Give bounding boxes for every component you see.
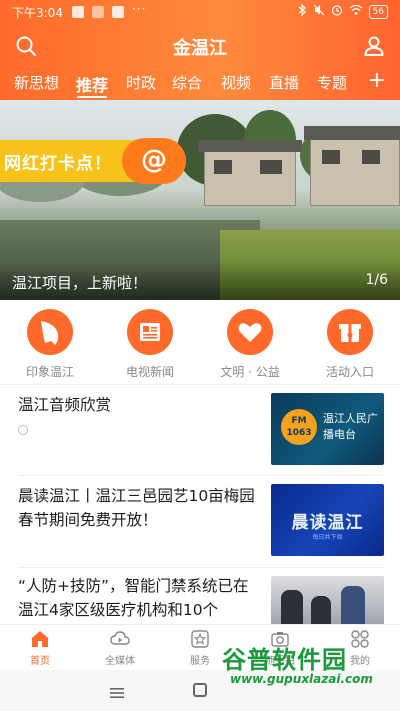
battery-icon: 56: [368, 4, 388, 19]
banner-window: [214, 160, 232, 174]
banner-roof: [198, 140, 302, 152]
quick-link-activity[interactable]: 活动入口: [310, 309, 390, 385]
photo-person: [281, 590, 303, 624]
news-thumbnail: 晨读温江 每日共下阅: [271, 484, 384, 556]
at-icon: @: [122, 138, 186, 184]
photo-person: [341, 586, 365, 624]
news-title: “人防+技防”，智能门禁系统已在温江4家区级医疗机构和10个: [18, 577, 249, 619]
watermark-text: 谷普软件园: [222, 646, 347, 674]
active-tab-indicator: [77, 96, 107, 98]
tab-zonghe[interactable]: 综合: [172, 72, 202, 93]
news-item[interactable]: “人防+技防”，智能门禁系统已在温江4家区级医疗机构和10个: [0, 568, 400, 624]
status-time: 下午3:04: [12, 6, 63, 20]
map-icon: [27, 309, 73, 355]
notification-icon: [112, 6, 124, 18]
tab-zhibo[interactable]: 直播: [269, 72, 299, 93]
news-thumbnail: [271, 576, 384, 624]
news-title: 温江音频欣赏: [18, 396, 112, 414]
banner-house: [204, 150, 296, 206]
banner-window: [322, 150, 340, 164]
title-bar: 金温江: [0, 28, 400, 64]
alarm-icon: [331, 4, 343, 19]
banner-carousel[interactable]: 网红打卡点！ @ 温江项目，上新啦！ 1/6: [0, 100, 400, 300]
photo-person: [311, 596, 331, 624]
gift-icon: [327, 309, 373, 355]
home-icon: [30, 629, 50, 649]
tab-shipin[interactable]: 视频: [221, 72, 251, 93]
home-button[interactable]: [193, 683, 207, 697]
quick-link-label: 文明 · 公益: [220, 365, 280, 379]
banner-pager: 1/6: [365, 272, 388, 288]
fm-badge: FM 1063: [281, 409, 317, 445]
star-icon: [190, 629, 210, 649]
banner-window: [260, 160, 282, 174]
banner-window: [362, 150, 380, 164]
media-icon: [110, 629, 130, 649]
more-notifications-icon: ···: [132, 2, 147, 16]
quick-link-label: 电视新闻: [125, 365, 174, 379]
quick-link-civility[interactable]: 文明 · 公益: [210, 309, 290, 385]
quick-link-tv-news[interactable]: 电视新闻: [110, 309, 190, 385]
heart-icon: [227, 309, 273, 355]
banner-stamp: 网红打卡点！ @: [0, 138, 186, 184]
tab-zhuanti[interactable]: 专题: [317, 72, 347, 93]
quick-links: 印象温江 电视新闻 文明 · 公益 活动入口: [0, 305, 400, 385]
news-item[interactable]: 晨读温江丨温江三邑园艺10亩梅园春节期间免费开放！ 晨读温江 每日共下阅: [0, 476, 400, 568]
banner-roof: [304, 126, 400, 140]
tab-xinsixiang[interactable]: 新思想: [14, 72, 59, 93]
nav-label: 全媒体: [105, 656, 135, 667]
nav-label: 首页: [30, 656, 50, 667]
thumbnail-text: 温江人民广播电台: [323, 412, 378, 441]
banner-stamp-text: 网红打卡点！: [4, 154, 112, 174]
notification-icon: [72, 6, 84, 18]
nav-media[interactable]: 全媒体: [80, 629, 160, 667]
quick-link-label: 印象温江: [25, 365, 74, 379]
user-icon[interactable]: [362, 34, 386, 58]
wifi-icon: [349, 4, 363, 19]
thumbnail-text: 晨读温江: [291, 513, 364, 533]
banner-caption: 温江项目，上新啦！: [12, 274, 148, 292]
app-header: 下午3:04 ··· 56 金温江 新思想 推荐 时政 综合 视频 直播 专题 …: [0, 0, 400, 100]
banner-house: [310, 138, 400, 206]
watermark-url: www.gupuxlazai.com: [230, 672, 373, 686]
nav-home[interactable]: 首页: [0, 629, 80, 667]
menu-icon[interactable]: [110, 684, 124, 698]
quick-link-yinxiang[interactable]: 印象温江: [10, 309, 90, 385]
quick-link-label: 活动入口: [325, 365, 374, 379]
audio-icon: [18, 425, 28, 435]
mute-icon: [313, 4, 325, 19]
news-item[interactable]: 温江音频欣赏 FM 1063 温江人民广播电台: [0, 385, 400, 475]
status-bar: 下午3:04 ··· 56: [0, 0, 400, 24]
thumbnail-subtext: 每日共下阅: [312, 534, 343, 541]
tab-tuijian[interactable]: 推荐: [76, 72, 108, 96]
tab-shizheng[interactable]: 时政: [126, 72, 156, 93]
news-icon: [127, 309, 173, 355]
news-title: 晨读温江丨温江三邑园艺10亩梅园春节期间免费开放！: [18, 487, 255, 529]
channel-tabs: 新思想 推荐 时政 综合 视频 直播 专题 +: [0, 68, 400, 100]
add-channel-button[interactable]: +: [368, 68, 386, 93]
status-right: 56: [297, 3, 388, 19]
bluetooth-icon: [297, 3, 307, 19]
site-watermark: 谷普软件园 www.gupuxlazai.com: [214, 640, 400, 690]
news-thumbnail: FM 1063 温江人民广播电台: [271, 393, 384, 465]
app-title: 金温江: [173, 38, 227, 59]
notification-icon: [92, 6, 104, 18]
